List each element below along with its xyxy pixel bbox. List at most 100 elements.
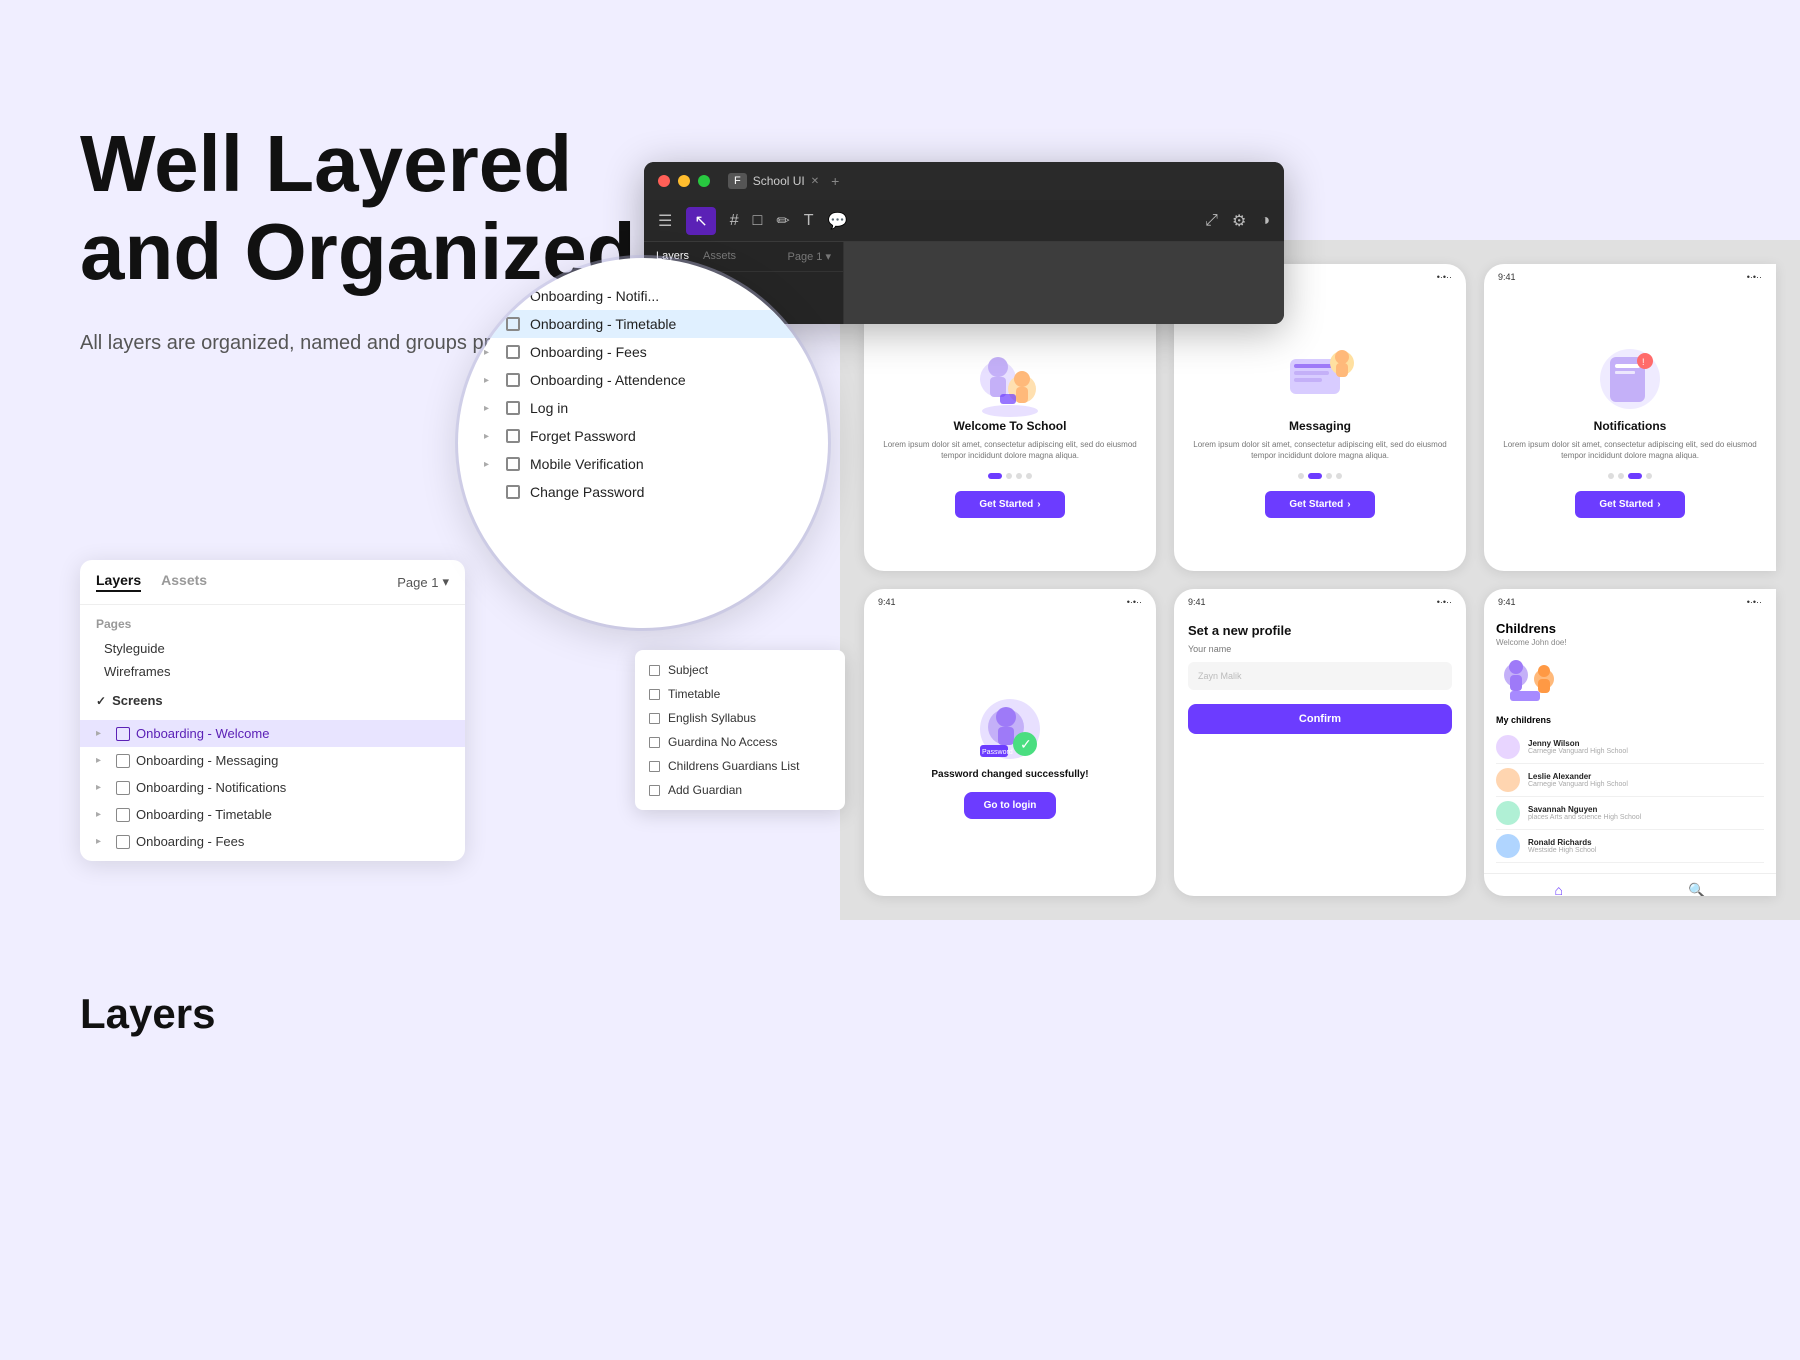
layers-tabs: Layers Assets — [96, 572, 207, 592]
mag-layer-login[interactable]: ▸ Log in — [480, 394, 806, 422]
page-selector[interactable]: Page 1 ▾ — [397, 574, 449, 590]
progress-dots — [988, 473, 1032, 479]
mag-layer-forgot-password[interactable]: ▸ Forget Password — [480, 422, 806, 450]
expand-arrow: ▸ — [96, 782, 110, 793]
name-placeholder: Zayn Malik — [1198, 671, 1242, 681]
close-button[interactable] — [658, 175, 670, 187]
home-icon[interactable]: ⌂ — [1555, 882, 1563, 896]
child-info: Leslie Alexander Carnegie Vanguard High … — [1528, 772, 1628, 788]
cursor-tool[interactable]: ↖ — [686, 207, 715, 235]
signal: •·•·· — [1437, 272, 1452, 282]
dot-active — [1628, 473, 1642, 479]
child-info: Ronald Richards Westside High School — [1528, 838, 1596, 854]
sub-layer-guardina-no-access[interactable]: Guardina No Access — [635, 730, 845, 754]
maximize-button[interactable] — [698, 175, 710, 187]
comment-tool[interactable]: 💬 — [828, 211, 848, 231]
child-name: Leslie Alexander — [1528, 772, 1628, 781]
tab-assets[interactable]: Assets — [161, 572, 207, 592]
theme-icon[interactable]: ◑ — [1260, 212, 1270, 230]
status-bar: 9:41 •·•·· — [864, 589, 1156, 611]
mag-layer-attendence[interactable]: ▸ Onboarding - Attendence — [480, 366, 806, 394]
expand-arrow: ▸ — [96, 755, 110, 766]
signal: •·•·· — [1747, 272, 1762, 282]
layer-onboarding-notifications[interactable]: ▸ Onboarding - Notifications — [80, 774, 465, 801]
my-children-label: My childrens — [1496, 715, 1764, 725]
assets-tab-figma[interactable]: Assets — [703, 250, 736, 263]
bottom-nav: ⌂ 🔍 — [1484, 873, 1776, 896]
phone-password-changed: 9:41 •·•·· ✓ Password Password changed s… — [864, 589, 1156, 896]
sub-layer-add-guardian[interactable]: Add Guardian — [635, 778, 845, 802]
dot — [1016, 473, 1022, 479]
sub-layer-subject[interactable]: Subject — [635, 658, 845, 682]
signal: •·•·· — [1437, 597, 1452, 607]
status-bar: 9:41 •·•·· — [1484, 264, 1776, 286]
shape-tool[interactable]: □ — [753, 212, 763, 230]
messaging-desc: Lorem ipsum dolor sit amet, consectetur … — [1190, 439, 1450, 461]
add-tab-button[interactable]: + — [831, 173, 839, 189]
page-wireframes[interactable]: Wireframes — [96, 660, 449, 683]
page-styleguide[interactable]: Styleguide — [96, 637, 449, 660]
time: 9:41 — [1498, 597, 1516, 607]
mag-layer-mobile-verification[interactable]: ▸ Mobile Veriﬁcation — [480, 450, 806, 478]
arrow-icon: ▸ — [484, 347, 496, 358]
dot — [1298, 473, 1304, 479]
figma-tab-area: F School UI ✕ + — [728, 173, 839, 189]
layers-panel-header: Layers Assets Page 1 ▾ — [80, 560, 465, 605]
childrens-content: Childrens Welcome John doe! My childrens… — [1484, 611, 1776, 873]
mag-layer-fees[interactable]: ▸ Onboarding - Fees — [480, 338, 806, 366]
frame-icon — [649, 689, 660, 700]
svg-text:!: ! — [1642, 357, 1645, 367]
text-tool[interactable]: T — [804, 212, 814, 230]
welcome-desc: Lorem ipsum dolor sit amet, consectetur … — [880, 439, 1140, 461]
confirm-btn[interactable]: Confirm — [1188, 704, 1452, 734]
menu-icon[interactable]: ☰ — [658, 211, 672, 231]
child-info: Savannah Nguyen places Arts and science … — [1528, 805, 1641, 821]
mag-layer-timetable[interactable]: ▸ Onboarding - Timetable — [480, 310, 806, 338]
frame-icon — [116, 727, 130, 741]
layers-panel: Layers Assets Page 1 ▾ Pages Styleguide … — [80, 560, 465, 861]
frame-icon — [506, 373, 520, 387]
time: 9:41 — [1188, 597, 1206, 607]
page-1-label: Page 1 ▾ — [788, 250, 831, 263]
frame-icon — [116, 808, 130, 822]
minimize-button[interactable] — [678, 175, 690, 187]
get-started-btn[interactable]: Get Started › — [1265, 491, 1374, 518]
sub-layer-english-syllabus[interactable]: English Syllabus — [635, 706, 845, 730]
arrow-right-icon: › — [1347, 499, 1350, 510]
get-started-btn[interactable]: Get Started › — [955, 491, 1064, 518]
password-illustration: ✓ Password — [970, 689, 1050, 769]
sub-layer-childrens-guardians[interactable]: Childrens Guardians List — [635, 754, 845, 778]
search-icon[interactable]: 🔍 — [1688, 882, 1705, 896]
settings-icon[interactable]: ⚙ — [1232, 211, 1246, 231]
child-leslie: Leslie Alexander Carnegie Vanguard High … — [1496, 764, 1764, 797]
arrow-icon: ▸ — [484, 375, 496, 386]
figma-tab-close[interactable]: ✕ — [811, 176, 819, 187]
get-started-btn[interactable]: Get Started › — [1575, 491, 1684, 518]
share-icon[interactable]: ⤢ — [1205, 212, 1218, 230]
set-profile-content: Set a new profile Your name Zayn Malik C… — [1174, 611, 1466, 746]
progress-dots — [1298, 473, 1342, 479]
check-icon: ✓ — [96, 694, 106, 708]
tab-layers[interactable]: Layers — [96, 572, 141, 592]
layer-onboarding-fees[interactable]: ▸ Onboarding - Fees — [80, 828, 465, 855]
pen-tool[interactable]: ✏ — [776, 211, 789, 231]
frame-icon — [649, 761, 660, 772]
name-input[interactable]: Zayn Malik — [1188, 662, 1452, 690]
layer-onboarding-messaging[interactable]: ▸ Onboarding - Messaging — [80, 747, 465, 774]
your-name-label: Your name — [1188, 644, 1452, 654]
figma-titlebar: F School UI ✕ + — [644, 162, 1284, 200]
sub-layer-timetable[interactable]: Timetable — [635, 682, 845, 706]
child-school: places Arts and science High School — [1528, 814, 1641, 821]
layer-onboarding-welcome[interactable]: ▸ Onboarding - Welcome — [80, 720, 465, 747]
frame-icon — [649, 785, 660, 796]
child-avatar — [1496, 801, 1520, 825]
progress-dots — [1608, 473, 1652, 479]
layer-onboarding-timetable[interactable]: ▸ Onboarding - Timetable — [80, 801, 465, 828]
go-to-login-btn[interactable]: Go to login — [964, 792, 1057, 819]
layers-list: ▸ Onboarding - Welcome ▸ Onboarding - Me… — [80, 714, 465, 861]
child-school: Westside High School — [1528, 847, 1596, 854]
frame-tool[interactable]: # — [730, 212, 739, 230]
frame-icon — [506, 485, 520, 499]
password-content: ✓ Password Password changed successfully… — [864, 611, 1156, 896]
mag-layer-change-password[interactable]: Change Password — [480, 478, 806, 506]
